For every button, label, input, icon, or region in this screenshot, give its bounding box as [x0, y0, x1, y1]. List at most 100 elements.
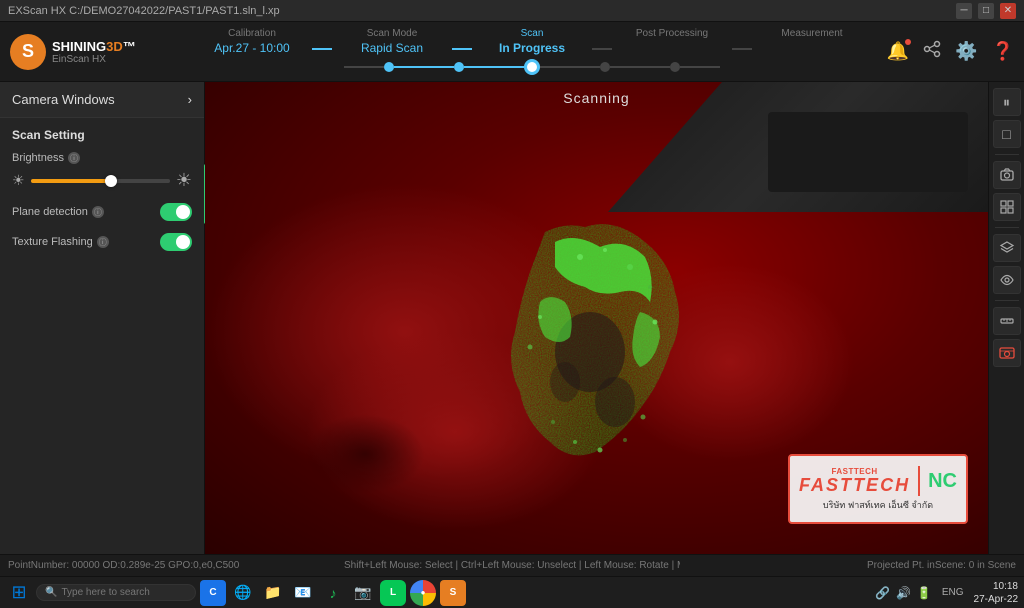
taskbar-search-icon: 🔍 [45, 587, 57, 598]
taskbar-search[interactable]: 🔍 Type here to search [36, 584, 196, 601]
camera-windows-label: Camera Windows [12, 92, 115, 107]
texture-flashing-info-icon[interactable]: ⓘ [97, 236, 109, 248]
step-items: Calibration Apr.27 - 10:00 Scan Mode Rap… [192, 28, 872, 55]
left-panel: Camera Windows › Scan Setting Brightness… [0, 82, 205, 554]
fullscreen-button[interactable]: □ [993, 120, 1021, 148]
step-scanmode-label: Scan Mode [367, 28, 418, 39]
tray-battery-icon: 🔋 [917, 586, 932, 600]
taskbar-explorer[interactable]: 📁 [260, 580, 286, 606]
layers-icon [999, 240, 1015, 256]
statusbar-center: Shift+Left Mouse: Select | Ctrl+Left Mou… [344, 560, 680, 571]
connector-2 [452, 48, 472, 50]
step-calibration[interactable]: Calibration Apr.27 - 10:00 [192, 28, 312, 55]
camera-reset-button[interactable] [993, 161, 1021, 189]
visibility-button[interactable] [993, 266, 1021, 294]
grid-icon [999, 199, 1015, 215]
title-bar: EXScan HX C:/DEMO27042022/PAST1/PAST1.sl… [0, 0, 1024, 22]
measure-button[interactable] [993, 307, 1021, 335]
close-button[interactable]: ✕ [1000, 3, 1016, 19]
step-scan-label: Scan [521, 28, 544, 39]
notification-icon[interactable]: 🔔 [887, 41, 909, 62]
device-value: EinScan HX [52, 54, 136, 65]
step-scan-value: In Progress [499, 41, 565, 55]
header: S SHINING3D™ EinScan HX Calibration Apr.… [0, 22, 1024, 82]
plane-detection-info-icon[interactable]: ⓘ [92, 206, 104, 218]
taskbar-mail[interactable]: 📧 [290, 580, 316, 606]
taskbar-orange[interactable]: S [440, 580, 466, 606]
header-icons: 🔔 ⚙️ ❓ [894, 40, 1014, 63]
taskbar-search-placeholder: Type here to search [61, 587, 149, 598]
plane-detection-setting: Plane detection ⓘ [12, 203, 192, 221]
plane-detection-toggle[interactable] [160, 203, 192, 221]
sun-small-icon: ☀ [12, 172, 25, 189]
statusbar-right: Projected Pt. inScene: 0 in Scene [680, 560, 1016, 571]
main-content: Camera Windows › Scan Setting Brightness… [0, 82, 1024, 554]
step-post-processing[interactable]: Post Processing [612, 28, 732, 41]
camera-icon [999, 167, 1015, 183]
grid-view-button[interactable] [993, 193, 1021, 221]
brightness-setting: Brightness ⓘ ☀ ☀ [12, 152, 192, 191]
logo-area: S SHINING3D™ EinScan HX [10, 34, 170, 70]
plane-detection-label: Plane detection [12, 206, 88, 218]
settings-icon[interactable]: ⚙️ [955, 41, 977, 62]
title-text: EXScan HX C:/DEMO27042022/PAST1/PAST1.sl… [8, 5, 956, 17]
layers-button[interactable] [993, 234, 1021, 262]
camera-windows-header[interactable]: Camera Windows › [0, 82, 204, 118]
scan-setting-panel: Scan Setting Brightness ⓘ ☀ ☀ Pla [0, 118, 204, 273]
system-tray: 🔗 🔊 🔋 ENG 10:18 27-Apr-22 [875, 580, 1018, 606]
step-post-label: Post Processing [636, 28, 708, 39]
step-calibration-value: Apr.27 - 10:00 [214, 41, 289, 55]
windows-start-button[interactable]: ⊞ [6, 580, 32, 606]
scan-svg [485, 202, 705, 472]
progress-dots [344, 59, 720, 75]
screenshot-button[interactable] [993, 339, 1021, 367]
connector-1 [312, 48, 332, 50]
brightness-slider-row: ☀ ☀ [12, 170, 192, 191]
pause-resume-button[interactable]: ⏸ [993, 88, 1021, 116]
taskbar-photos[interactable]: 📷 [350, 580, 376, 606]
help-icon[interactable]: ❓ [992, 41, 1014, 62]
step-scan-mode[interactable]: Scan Mode Rapid Scan [332, 28, 452, 55]
body-depression [305, 414, 425, 494]
dot-5 [670, 62, 680, 72]
tray-network-icon: 🔗 [875, 586, 890, 600]
scan-setting-title: Scan Setting [12, 128, 192, 142]
dot-4 [600, 62, 610, 72]
dot-2 [454, 62, 464, 72]
viewport[interactable]: Scanning [205, 82, 988, 554]
taskbar-music[interactable]: ♪ [320, 580, 346, 606]
toolbar-separator-2 [995, 227, 1019, 228]
clock-date: 27-Apr-22 [974, 593, 1018, 606]
right-toolbar: ⏸ □ [988, 82, 1024, 554]
connector-4 [732, 48, 752, 50]
taskbar-cortana[interactable]: C [200, 580, 226, 606]
tray-lang: ENG [938, 587, 968, 598]
maximize-button[interactable]: □ [978, 3, 994, 19]
brightness-info-icon[interactable]: ⓘ [68, 152, 80, 164]
keyboard-area [768, 112, 968, 192]
taskbar-chrome[interactable]: ● [410, 580, 436, 606]
window-controls: ─ □ ✕ [956, 3, 1016, 19]
watermark: FASTTECH FASTTECH NC บริษัท ฟาสท์เทค เอ็… [788, 454, 968, 524]
step-scan[interactable]: Scan In Progress [472, 28, 592, 55]
texture-flashing-setting: Texture Flashing ⓘ [12, 233, 192, 251]
brightness-slider[interactable] [31, 179, 170, 183]
ruler-icon [999, 313, 1015, 329]
green-scan-overlay [485, 202, 705, 472]
taskbar-edge[interactable]: 🌐 [230, 580, 256, 606]
step-measurement-label: Measurement [781, 28, 842, 39]
step-measurement[interactable]: Measurement [752, 28, 872, 41]
scanning-label: Scanning [563, 90, 629, 106]
texture-flashing-toggle[interactable] [160, 233, 192, 251]
wm-nc: NC [928, 470, 957, 493]
minimize-button[interactable]: ─ [956, 3, 972, 19]
clock-time: 10:18 [974, 580, 1018, 593]
statusbar-left: PointNumber: 00000 OD:0.289e-25 GPO:0,e0… [8, 560, 344, 571]
system-clock: 10:18 27-Apr-22 [974, 580, 1018, 606]
photo-icon [999, 345, 1015, 361]
taskbar-line[interactable]: L [380, 580, 406, 606]
brightness-thumb[interactable] [105, 175, 117, 187]
share-icon[interactable] [923, 40, 941, 63]
toolbar-separator-3 [995, 300, 1019, 301]
tray-volume-icon: 🔊 [896, 586, 911, 600]
